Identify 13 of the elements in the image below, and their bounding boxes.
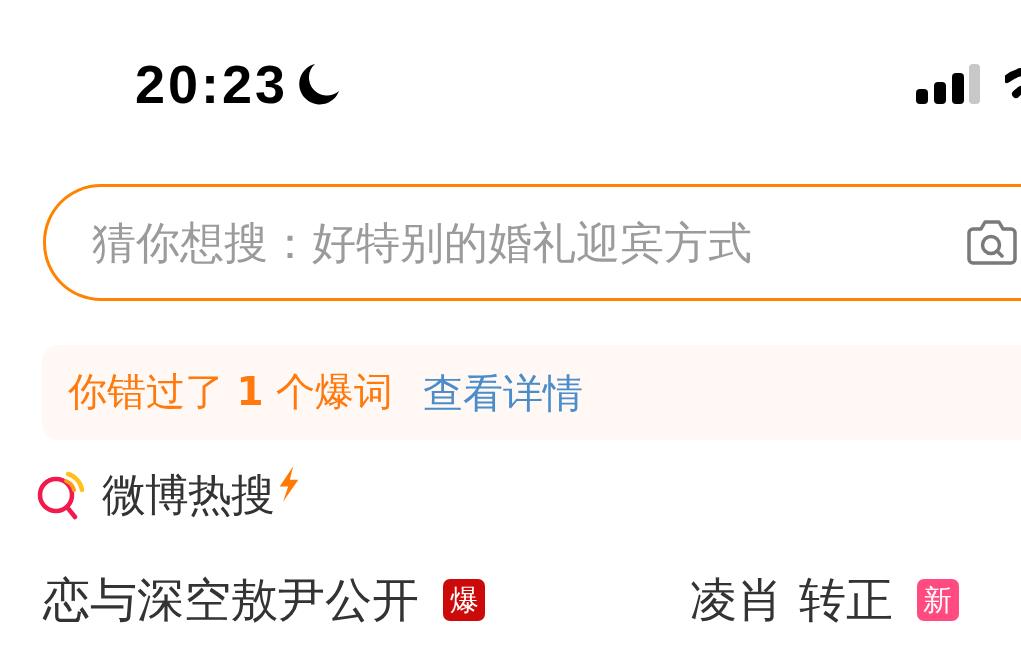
search-bar[interactable]: 猜你想搜：好特别的婚礼迎宾方式 (43, 184, 1021, 301)
topic-tag: 爆 (443, 579, 485, 621)
lightning-icon (278, 466, 300, 502)
hot-search-title: 微博热搜 (102, 468, 274, 522)
status-time: 20:23 (135, 57, 289, 111)
hot-topic-link[interactable]: 恋与深空敖尹公开 (43, 571, 419, 629)
banner-message: 你错过了 1 个爆词 (68, 368, 393, 417)
hot-topic-link[interactable]: 凌肖 转正 (690, 571, 893, 629)
search-field[interactable]: 猜你想搜：好特别的婚礼迎宾方式 (92, 209, 967, 276)
topic-tag: 新 (916, 579, 959, 621)
camera-icon[interactable] (967, 220, 1017, 265)
signal-icon (916, 64, 980, 104)
wifi-icon (1005, 67, 1021, 101)
